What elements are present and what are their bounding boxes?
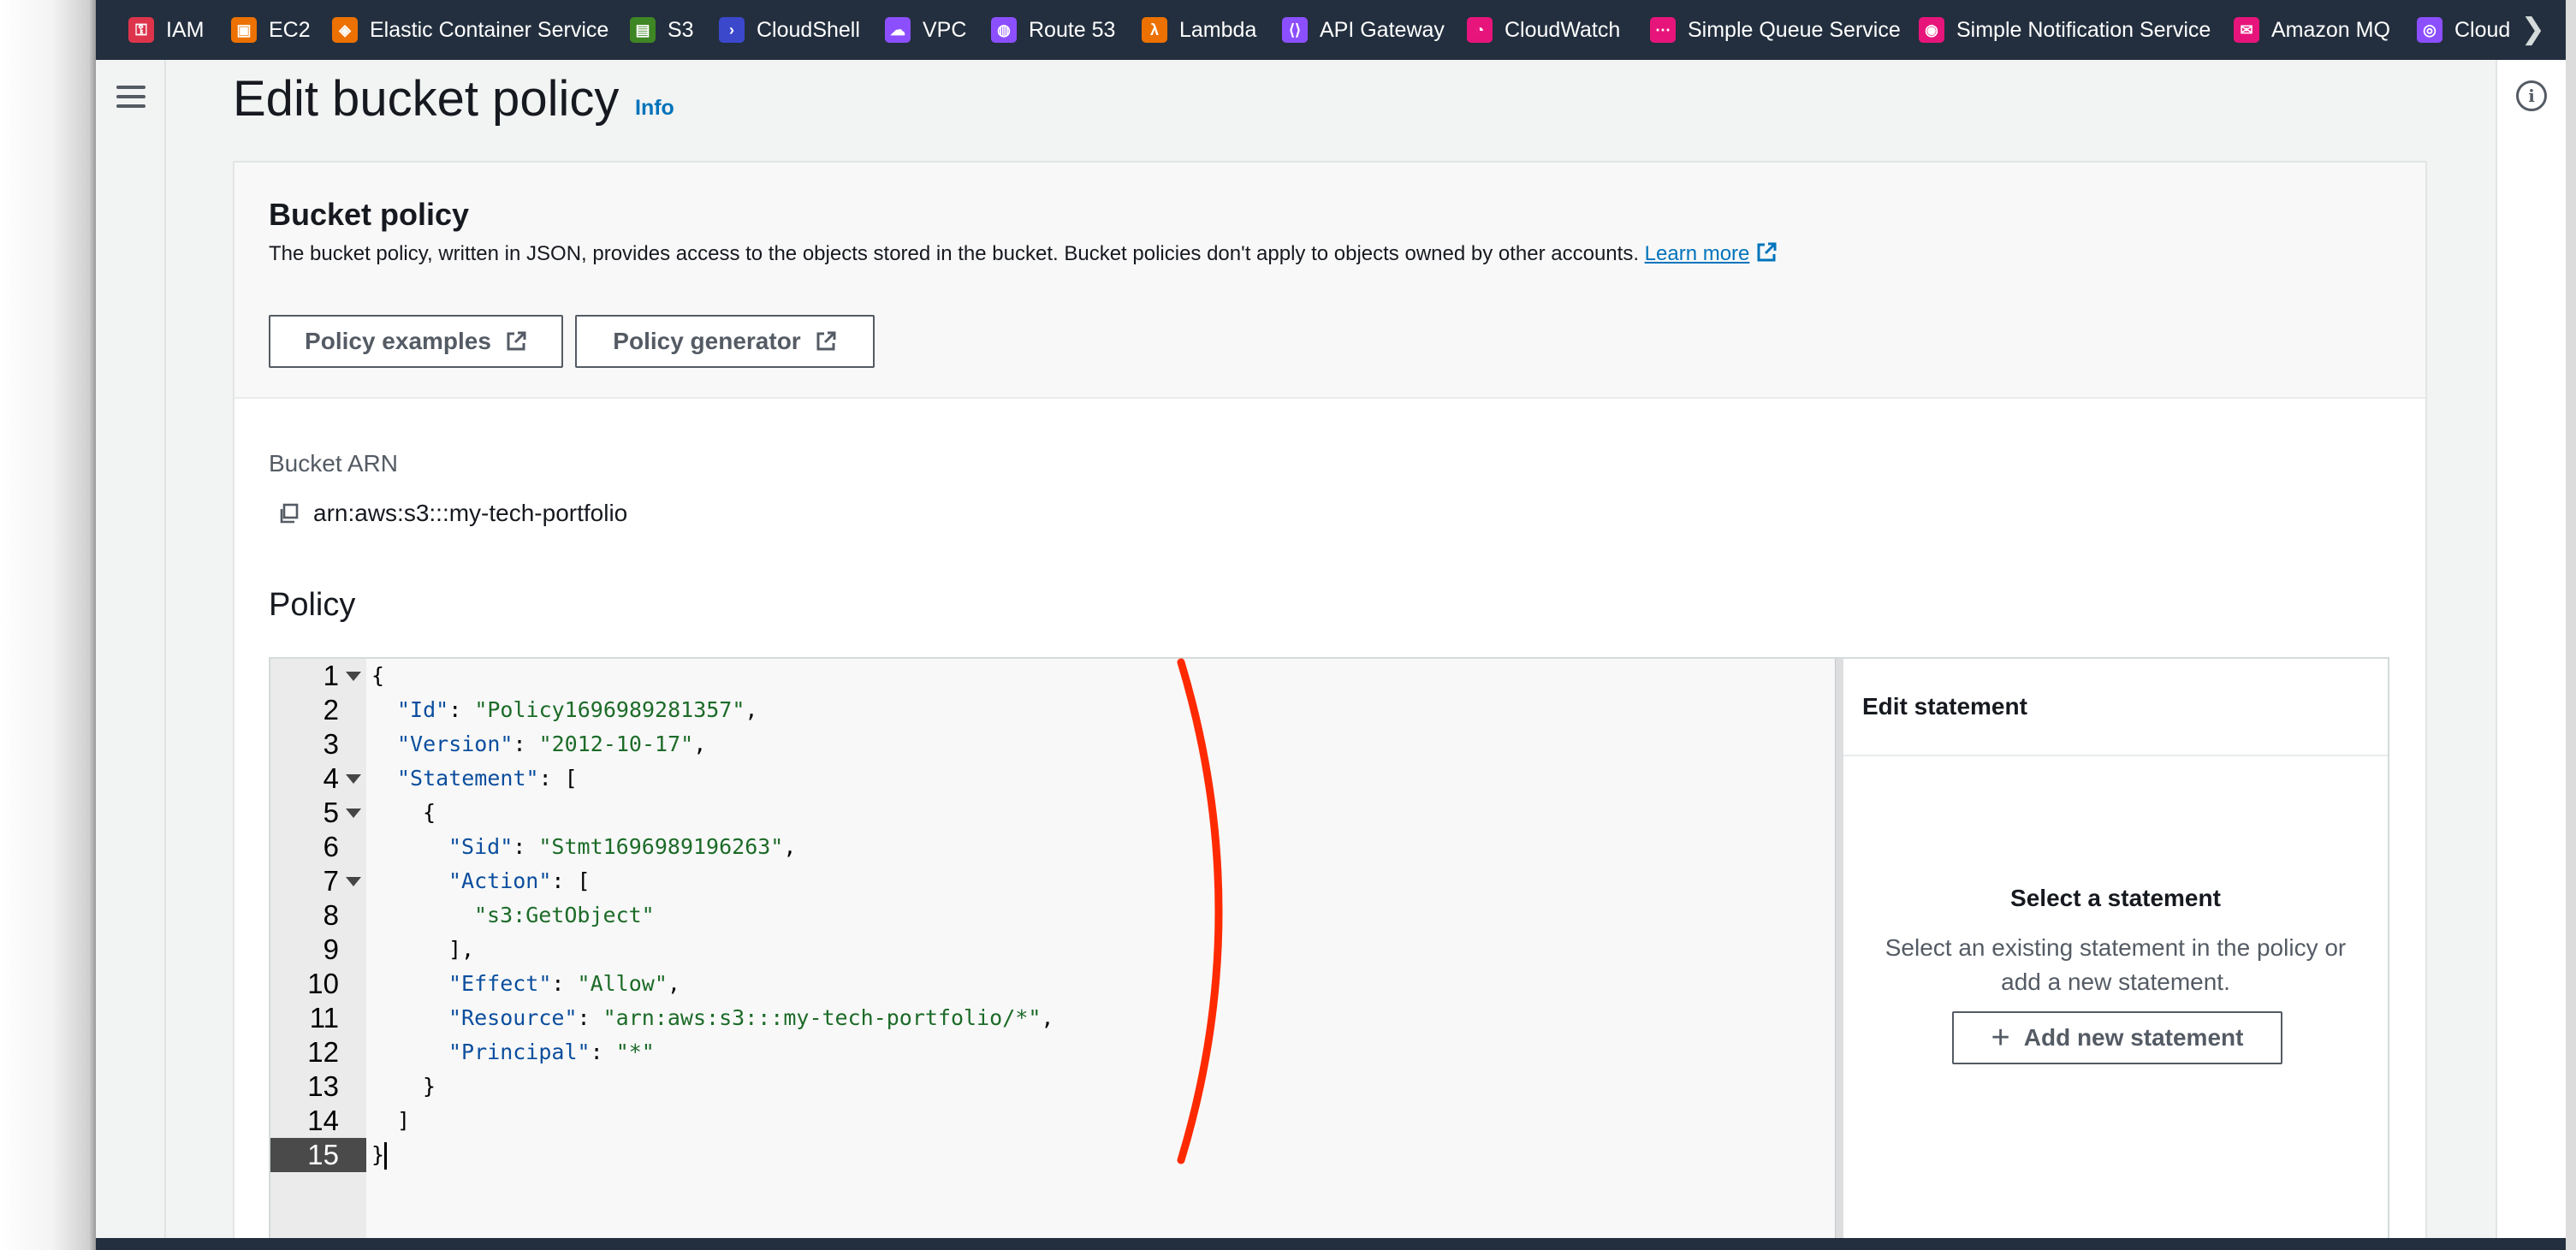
external-link-icon (507, 331, 526, 351)
code-line: "Id": "Policy1696989281357", (397, 697, 758, 722)
line-number: 12 (307, 1036, 339, 1068)
code-line: "Statement": [ (397, 766, 578, 791)
sqs-icon: ⋯ (1650, 17, 1676, 43)
annotation-arc (1177, 658, 1223, 1164)
fav-vpc[interactable]: ☁ VPC (885, 0, 966, 60)
edit-statement-panel: Edit statement Select a statement Select… (1843, 659, 2388, 1250)
code-line: "Version": "2012-10-17", (397, 732, 707, 756)
plus-icon: + (1991, 1020, 2010, 1056)
window-shadow-left (0, 0, 96, 1250)
line-number: 4 (270, 761, 366, 796)
line-number: 13 (307, 1070, 339, 1102)
policy-editor: 1 2 3 4 5 6 7 8 9 10 11 12 13 14 15 { "I… (269, 657, 2389, 1250)
page-title: Edit bucket policy (233, 71, 620, 127)
bucket-arn-row: arn:aws:s3:::my-tech-portfolio (277, 500, 627, 527)
right-help-rail: i (2496, 60, 2566, 1241)
policy-label: Policy (269, 587, 356, 623)
line-number: 2 (323, 694, 339, 726)
fav-route53[interactable]: ◍ Route 53 (991, 0, 1115, 60)
external-link-icon (1757, 242, 1777, 262)
window-edge-right (2566, 0, 2576, 1250)
code-text-area[interactable]: { "Id": "Policy1696989281357", "Version"… (366, 659, 1835, 1250)
fold-arrow-icon[interactable] (346, 809, 361, 818)
line-number: 14 (307, 1105, 339, 1136)
route53-icon: ◍ (991, 17, 1017, 43)
fav-lambda[interactable]: λ Lambda (1142, 0, 1256, 60)
line-number: 11 (309, 1002, 339, 1034)
cloud-service-icon: ◎ (2417, 17, 2442, 43)
line-number: 1 (270, 659, 366, 693)
vpc-icon: ☁ (885, 17, 911, 43)
cloudwatch-icon: ◔ (1467, 17, 1493, 43)
line-number: 6 (323, 831, 339, 862)
code-line: { (423, 800, 436, 825)
fav-iam[interactable]: ⚿ IAM (128, 0, 204, 60)
bottom-bar (96, 1238, 2566, 1250)
fold-arrow-icon[interactable] (346, 877, 361, 886)
section-title: Bucket policy (269, 197, 470, 232)
fold-arrow-icon[interactable] (346, 774, 361, 784)
fav-amazon-mq[interactable]: ✉ Amazon MQ (2234, 0, 2390, 60)
learn-more-link[interactable]: Learn more (1645, 242, 1750, 265)
left-nav-rail (96, 60, 166, 1241)
menu-icon[interactable] (116, 86, 145, 108)
fav-ecs[interactable]: ◈ Elastic Container Service (332, 0, 608, 60)
empty-state-description: Select an existing statement in the poli… (1885, 934, 2347, 995)
line-number: 7 (270, 864, 366, 898)
code-line: ] (397, 1108, 411, 1133)
empty-state-title: Select a statement (2010, 885, 2221, 911)
bucket-policy-container: Bucket policy The bucket policy, written… (233, 161, 2427, 1250)
s3-icon: ▤ (630, 17, 656, 43)
chevron-right-icon[interactable]: ❯ (2521, 14, 2546, 44)
bucket-arn-label: Bucket ARN (269, 450, 398, 477)
fold-arrow-icon[interactable] (346, 672, 361, 681)
fav-s3[interactable]: ▤ S3 (630, 0, 694, 60)
line-number-active: 15 (270, 1138, 366, 1172)
fav-cloud[interactable]: ◎ Cloud (2417, 0, 2510, 60)
line-number-gutter: 1 2 3 4 5 6 7 8 9 10 11 12 13 14 15 (270, 659, 366, 1250)
bucket-arn-value: arn:aws:s3:::my-tech-portfolio (313, 500, 628, 526)
line-number: 10 (307, 968, 339, 999)
code-line: } (423, 1074, 436, 1099)
section-description: The bucket policy, written in JSON, prov… (269, 241, 1778, 266)
add-new-statement-button[interactable]: + Add new statement (1952, 1011, 2282, 1064)
api-gateway-icon: ⟨⟩ (1282, 17, 1308, 43)
info-icon[interactable]: i (2516, 80, 2547, 111)
info-link[interactable]: Info (635, 96, 674, 121)
fav-ec2[interactable]: ▣ EC2 (231, 0, 311, 60)
ecs-icon: ◈ (332, 17, 358, 43)
ec2-icon: ▣ (231, 17, 257, 43)
code-line: } (371, 1138, 1840, 1172)
fav-cloudwatch[interactable]: ◔ CloudWatch (1467, 0, 1620, 60)
services-favorites-bar: ⚿ IAM ▣ EC2 ◈ Elastic Container Service … (96, 0, 2566, 60)
fav-api-gateway[interactable]: ⟨⟩ API Gateway (1282, 0, 1445, 60)
line-number: 8 (323, 899, 339, 931)
line-number: 9 (323, 933, 339, 965)
sns-icon: ◉ (1919, 17, 1944, 43)
edit-statement-heading: Edit statement (1843, 659, 2388, 756)
external-link-icon (816, 331, 836, 351)
aws-console-window: ⚿ IAM ▣ EC2 ◈ Elastic Container Service … (96, 0, 2566, 1250)
lambda-icon: λ (1142, 17, 1167, 43)
cloudshell-icon: › (719, 17, 745, 43)
iam-icon: ⚿ (128, 17, 154, 43)
fav-cloudshell[interactable]: › CloudShell (719, 0, 860, 60)
policy-examples-button[interactable]: Policy examples (269, 315, 563, 368)
policy-generator-button[interactable]: Policy generator (575, 315, 875, 368)
fav-sqs[interactable]: ⋯ Simple Queue Service (1650, 0, 1901, 60)
text-cursor (384, 1142, 388, 1170)
line-number: 3 (323, 728, 339, 760)
container-header: Bucket policy The bucket policy, written… (234, 163, 2425, 399)
fav-sns[interactable]: ◉ Simple Notification Service (1919, 0, 2211, 60)
code-line: { (371, 663, 385, 688)
line-number: 5 (270, 796, 366, 830)
mq-icon: ✉ (2234, 17, 2259, 43)
copy-icon[interactable] (277, 502, 300, 524)
